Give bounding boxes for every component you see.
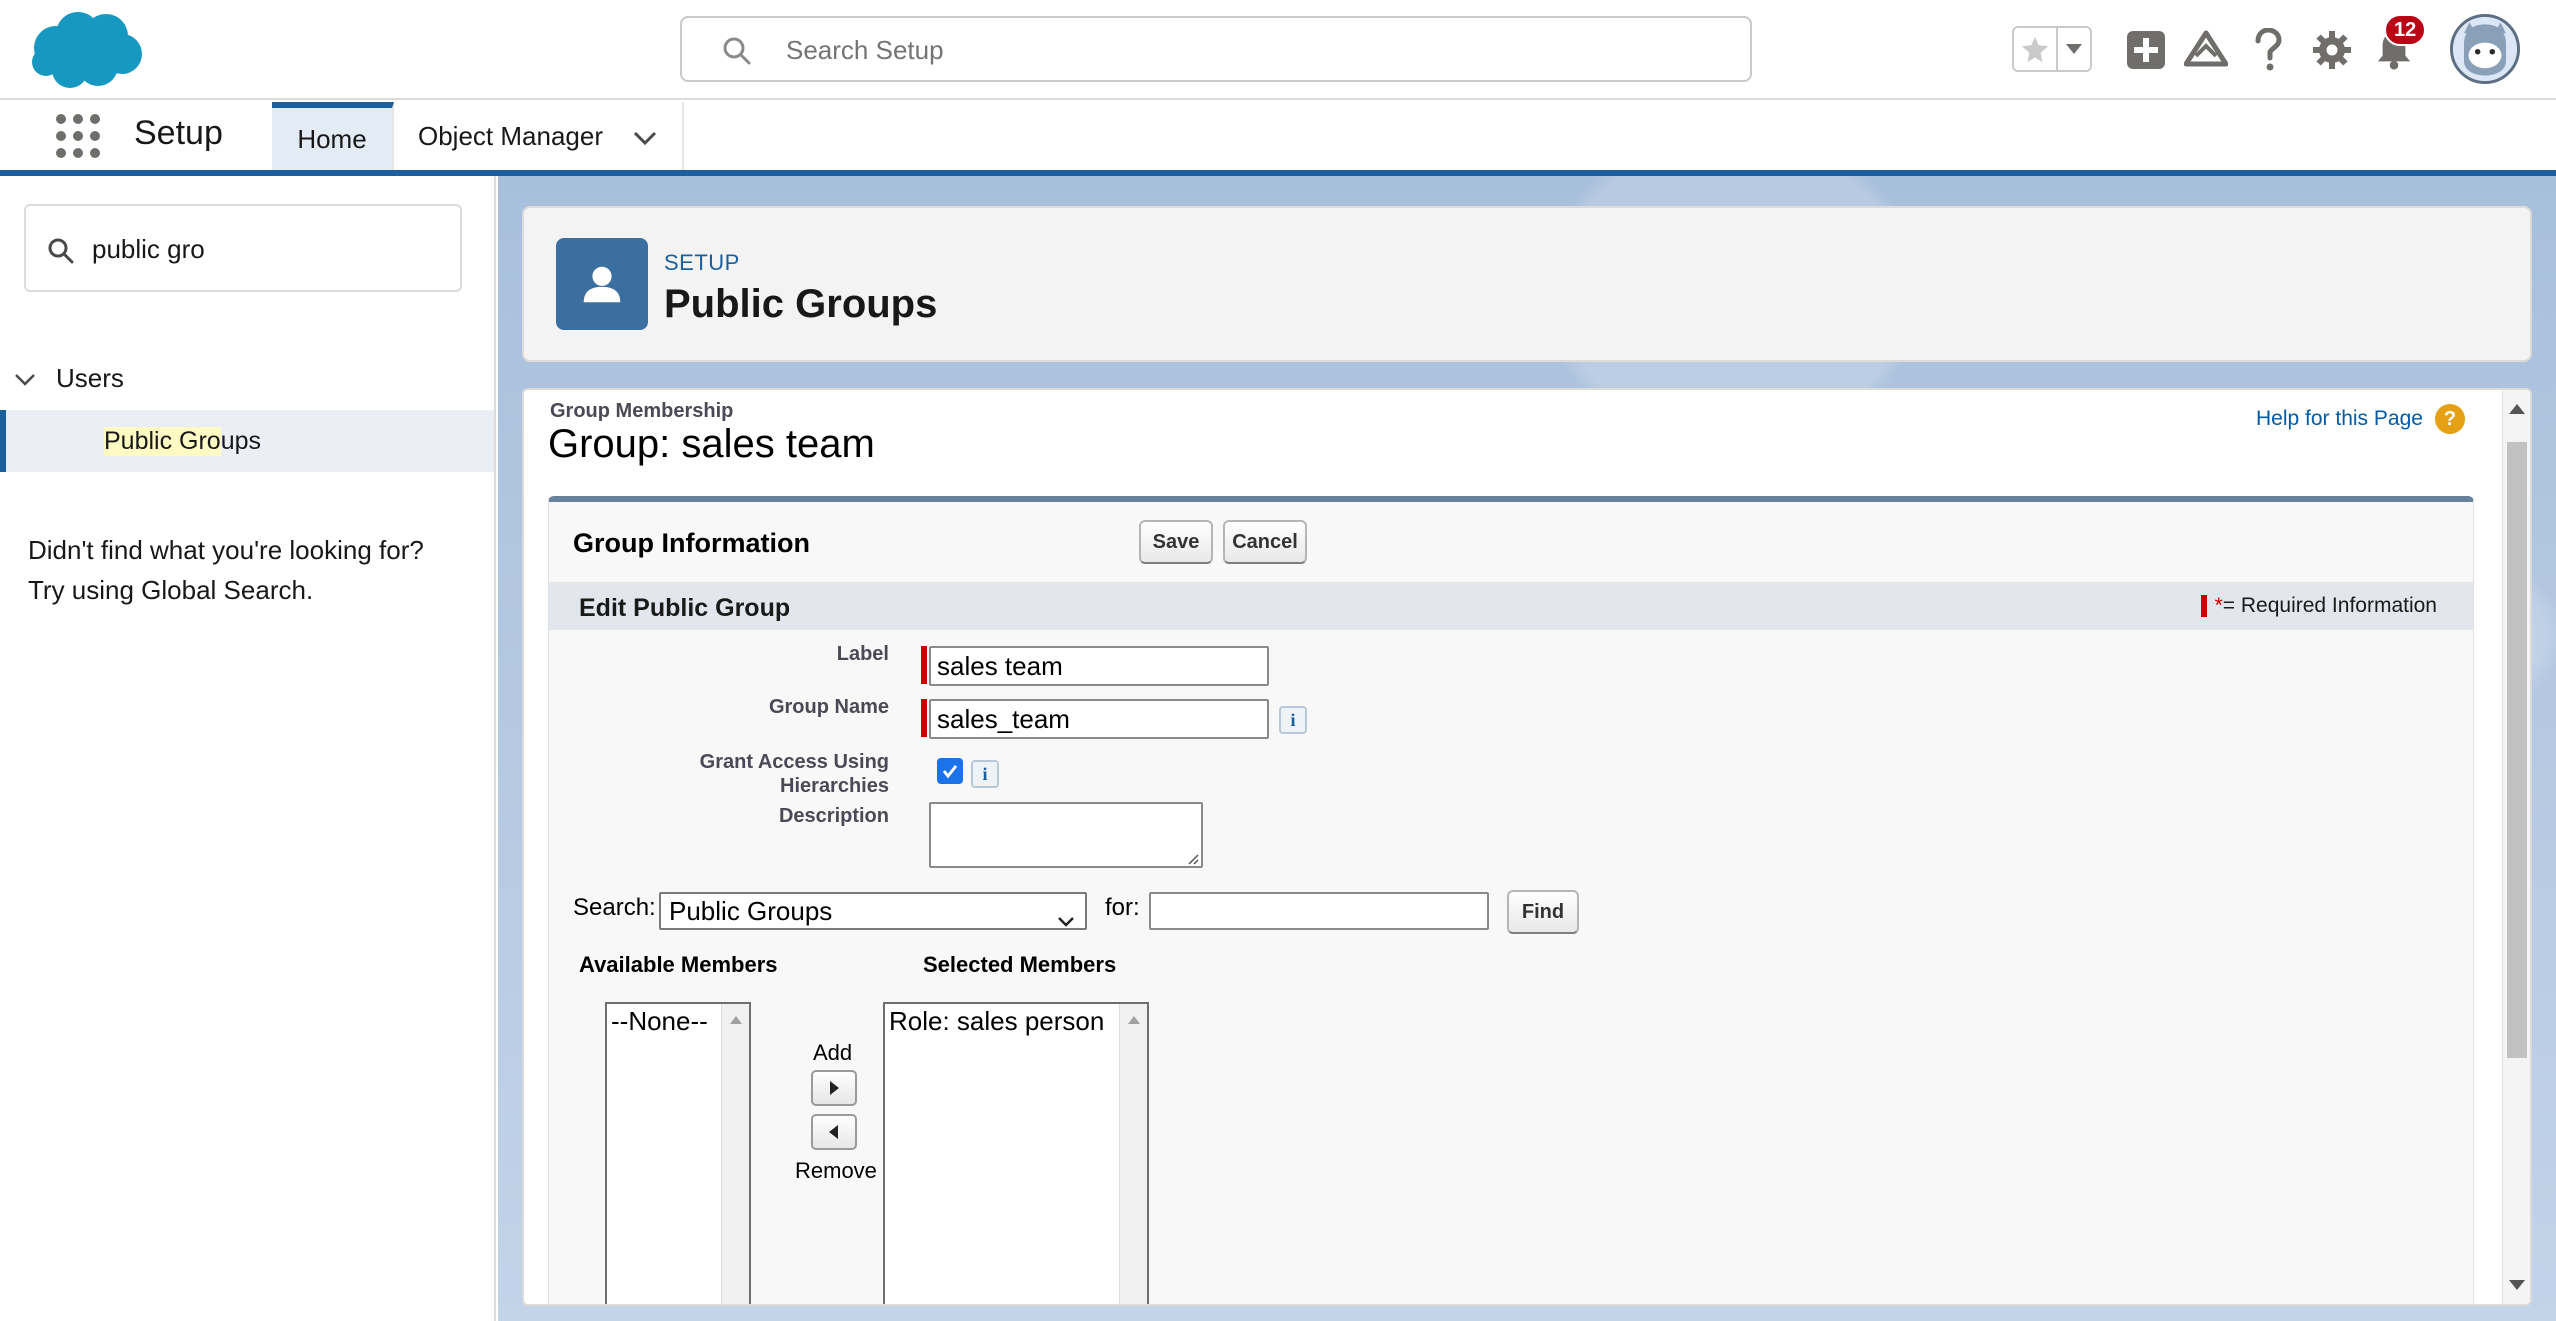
sidebar-item-label-rest: ups (220, 426, 262, 455)
save-button[interactable]: Save (1139, 520, 1213, 564)
tab-object-manager-label: Object Manager (418, 120, 603, 151)
favorites-menu-icon[interactable] (2058, 28, 2090, 70)
group-name-input[interactable] (929, 699, 1269, 739)
trailhead-guidance-icon[interactable] (2184, 28, 2228, 72)
user-group-icon (556, 238, 648, 330)
not-found-line-1: Didn't find what you're looking for? (28, 535, 424, 565)
remove-label: Remove (795, 1158, 877, 1183)
page-header: SETUP Public Groups (522, 206, 2532, 362)
help-question-icon[interactable]: ? (2434, 404, 2465, 434)
required-legend: * = Required Information (2200, 594, 2437, 618)
setup-sidebar: Users Public Groups Didn't find what you… (0, 176, 496, 1321)
not-found-line-2: Try using Global Search. (28, 575, 314, 605)
panel-title: Group Information (573, 528, 810, 558)
sidebar-item-users[interactable]: Users (14, 358, 124, 398)
scroll-down-arrow-icon[interactable] (2509, 1280, 2525, 1290)
notification-count-badge: 12 (2384, 14, 2427, 46)
chevron-down-icon[interactable] (633, 121, 657, 152)
search-icon (720, 34, 754, 68)
required-marker (921, 699, 927, 737)
section-header: Edit Public Group * = Required Informati… (549, 584, 2473, 630)
favorite-star-icon[interactable] (2014, 28, 2058, 70)
quick-find-input[interactable] (92, 226, 442, 272)
group-information-panel: Group Information Save Cancel Edit Publi… (548, 496, 2474, 1304)
global-search-box[interactable] (680, 16, 1752, 82)
tab-home-label: Home (297, 123, 367, 154)
sidebar-item-public-groups[interactable]: Public Gro ups (0, 410, 494, 472)
cancel-button[interactable]: Cancel (1223, 520, 1307, 564)
scroll-up-arrow-icon[interactable] (2509, 404, 2525, 414)
member-type-select[interactable]: Public Groups (659, 892, 1087, 930)
add-label: Add (813, 1040, 853, 1065)
scrollbar-thumb[interactable] (2507, 442, 2527, 1058)
resize-grip-icon[interactable] (1187, 852, 1199, 865)
tab-object-manager[interactable]: Object Manager (394, 102, 684, 170)
required-marker (921, 646, 927, 684)
context-bar: Setup Home Object Manager (0, 100, 2556, 176)
grant-access-label-line-2: Hierarchies (780, 775, 889, 797)
group-title: Group: sales team (548, 422, 875, 466)
remove-arrow-button[interactable] (811, 1114, 857, 1150)
tab-home[interactable]: Home (272, 102, 394, 170)
description-field-label: Description (778, 805, 889, 827)
help-link-label: Help for this Page (2256, 407, 2423, 430)
for-label: for: (1105, 894, 1140, 921)
member-type-selected: Public Groups (669, 895, 833, 926)
app-name: Setup (134, 114, 223, 152)
search-label: Search: (573, 894, 656, 921)
user-avatar[interactable] (2450, 14, 2520, 84)
find-button[interactable]: Find (1507, 890, 1579, 934)
grant-access-field-label: Grant Access Using Hierarchies (549, 750, 889, 798)
global-actions-plus-icon[interactable] (2124, 28, 2168, 72)
info-icon[interactable]: i (971, 760, 999, 788)
list-scrollbar[interactable] (1119, 1004, 1147, 1304)
content-scrollbar[interactable] (2502, 390, 2530, 1304)
chevron-down-icon[interactable] (14, 363, 36, 394)
selected-members-header: Selected Members (923, 952, 1117, 977)
label-input[interactable] (929, 646, 1269, 686)
content-frame: Group Membership Group: sales team Help … (522, 388, 2532, 1306)
search-for-input[interactable] (1149, 892, 1489, 930)
list-item[interactable]: --None-- (611, 1006, 708, 1037)
scroll-up-arrow-icon[interactable] (730, 1016, 742, 1024)
description-textarea[interactable] (929, 802, 1203, 868)
setup-gear-icon[interactable] (2310, 28, 2354, 72)
required-indicator (2200, 595, 2207, 617)
scroll-up-arrow-icon[interactable] (1128, 1016, 1140, 1024)
breadcrumb: SETUP (664, 250, 740, 275)
grant-access-label-line-1: Grant Access Using (699, 751, 889, 773)
list-item[interactable]: Role: sales person (889, 1006, 1104, 1037)
required-star: * (2214, 594, 2223, 617)
help-for-page-link[interactable]: Help for this Page ? (2256, 404, 2465, 434)
available-members-header: Available Members (579, 952, 778, 977)
page-subtitle: Group Membership (550, 400, 734, 422)
add-arrow-button[interactable] (811, 1070, 857, 1106)
list-scrollbar[interactable] (721, 1004, 749, 1304)
favorites-group (2012, 26, 2092, 72)
section-title: Edit Public Group (579, 594, 791, 622)
quick-find-box[interactable] (24, 204, 462, 292)
chevron-down-icon (1057, 904, 1075, 935)
app-launcher-waffle-icon[interactable] (56, 114, 100, 158)
search-match-highlight: Public Gro (104, 426, 221, 456)
global-header: 12 (0, 0, 2556, 100)
grant-access-checkbox[interactable] (937, 758, 963, 784)
available-members-list[interactable]: --None-- (605, 1002, 751, 1304)
info-icon[interactable]: i (1279, 706, 1307, 734)
selected-members-list[interactable]: Role: sales person (883, 1002, 1149, 1304)
search-icon (46, 236, 76, 266)
global-search-input[interactable] (786, 28, 1686, 72)
sidebar-item-users-label: Users (56, 362, 124, 393)
help-question-icon[interactable] (2246, 28, 2290, 72)
required-legend-text: = Required Information (2222, 594, 2437, 617)
label-field-label: Label (836, 643, 889, 665)
page-title: Public Groups (664, 282, 938, 326)
group-name-field-label: Group Name (768, 696, 889, 718)
salesforce-logo-icon[interactable] (26, 8, 146, 92)
not-found-message: Didn't find what you're looking for? Try… (28, 530, 468, 610)
